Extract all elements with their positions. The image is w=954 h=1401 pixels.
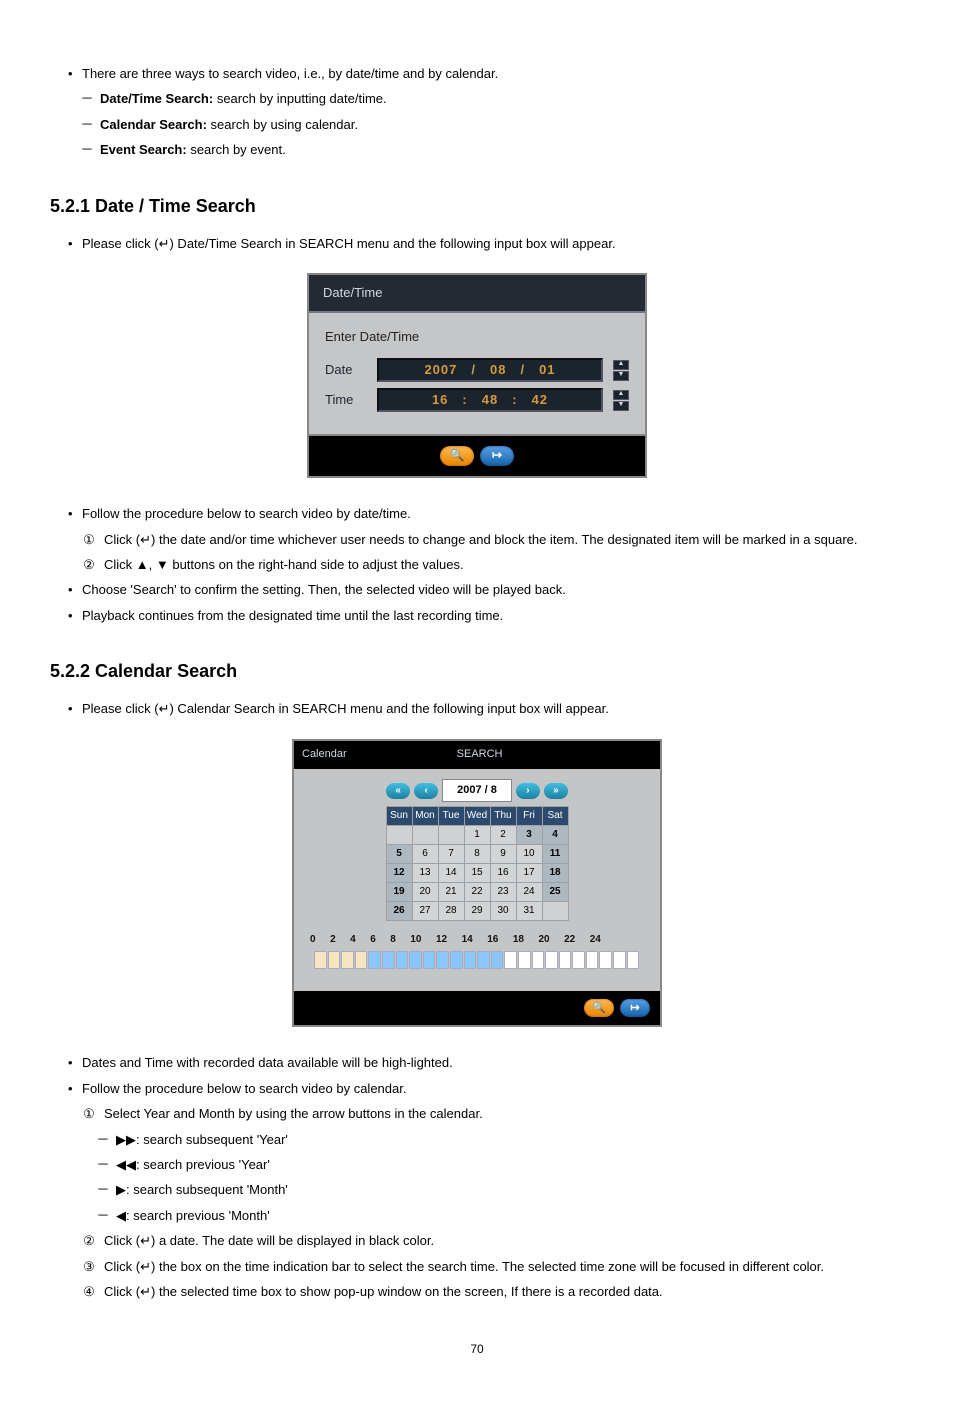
calendar-day[interactable]: 25 (542, 883, 568, 902)
calendar-day[interactable]: 18 (542, 864, 568, 883)
lead-521: • Please click (↵) Date/Time Search in S… (68, 232, 894, 255)
day-head: Thu (490, 807, 516, 826)
proc-522: •Dates and Time with recorded data avail… (68, 1051, 894, 1303)
time-slot[interactable] (450, 951, 463, 969)
time-slot[interactable] (423, 951, 436, 969)
time-slot[interactable] (477, 951, 490, 969)
time-slot[interactable] (545, 951, 558, 969)
time-slot[interactable] (368, 951, 381, 969)
time-field[interactable]: 16: 48: 42 (377, 388, 603, 412)
day-head: Fri (516, 807, 542, 826)
time-slot[interactable] (559, 951, 572, 969)
time-slot[interactable] (382, 951, 395, 969)
day-head: Sat (542, 807, 568, 826)
calendar-day[interactable]: 10 (516, 845, 542, 864)
lead-522: • Please click (↵) Calendar Search in SE… (68, 697, 894, 720)
calendar-day[interactable]: 12 (386, 864, 412, 883)
calendar-day (438, 826, 464, 845)
calendar-day[interactable]: 13 (412, 864, 438, 883)
calendar-day (412, 826, 438, 845)
time-row: Time 16: 48: 42 ▲ ▼ (325, 388, 629, 412)
calendar-day[interactable]: 22 (464, 883, 490, 902)
time-slot[interactable] (572, 951, 585, 969)
time-slot[interactable] (532, 951, 545, 969)
calendar-day (542, 902, 568, 921)
calendar-day[interactable]: 24 (516, 883, 542, 902)
prev-month-button[interactable]: ‹ (414, 783, 438, 799)
calendar-day[interactable]: 1 (464, 826, 490, 845)
calendar-day[interactable]: 21 (438, 883, 464, 902)
time-slot[interactable] (518, 951, 531, 969)
calendar-day[interactable]: 28 (438, 902, 464, 921)
calendar-day[interactable]: 27 (412, 902, 438, 921)
next-month-button[interactable]: › (516, 783, 540, 799)
time-slot[interactable] (314, 951, 327, 969)
calendar-day[interactable]: 17 (516, 864, 542, 883)
proc-521: •Follow the procedure below to search vi… (68, 502, 894, 627)
calendar-day[interactable]: 11 (542, 845, 568, 864)
calendar-day[interactable]: 4 (542, 826, 568, 845)
day-head: Wed (464, 807, 490, 826)
search-button[interactable]: 🔍 (440, 446, 474, 466)
time-slot[interactable] (341, 951, 354, 969)
heading-522: 5.2.2 Calendar Search (50, 655, 894, 687)
heading-521: 5.2.1 Date / Time Search (50, 190, 894, 222)
time-slot[interactable] (599, 951, 612, 969)
calendar-day[interactable]: 5 (386, 845, 412, 864)
up-icon: ▲ (613, 360, 629, 370)
calendar-day[interactable]: 31 (516, 902, 542, 921)
calendar-day[interactable]: 20 (412, 883, 438, 902)
hours-axis: 024681012141618202224 (310, 931, 646, 949)
day-head: Tue (438, 807, 464, 826)
date-spinner[interactable]: ▲ ▼ (613, 360, 629, 381)
date-field[interactable]: 2007/ 08/ 01 (377, 358, 603, 382)
calendar-day[interactable]: 2 (490, 826, 516, 845)
datetime-panel: Date/Time Enter Date/Time Date 2007/ 08/… (307, 273, 647, 478)
search-button[interactable]: 🔍 (584, 999, 614, 1017)
calendar-day[interactable]: 6 (412, 845, 438, 864)
time-slot[interactable] (491, 951, 504, 969)
calendar-day[interactable]: 16 (490, 864, 516, 883)
calendar-day (386, 826, 412, 845)
time-slot[interactable] (586, 951, 599, 969)
exit-button[interactable]: ↦ (480, 446, 514, 466)
calendar-day[interactable]: 15 (464, 864, 490, 883)
calendar-day[interactable]: 8 (464, 845, 490, 864)
up-icon: ▲ (613, 390, 629, 400)
time-slot-bar[interactable] (314, 951, 646, 969)
calendar-day[interactable]: 19 (386, 883, 412, 902)
time-slot[interactable] (464, 951, 477, 969)
calendar-day[interactable]: 14 (438, 864, 464, 883)
prev-year-button[interactable]: « (386, 783, 410, 799)
day-head: Mon (412, 807, 438, 826)
calendar-grid: SunMonTueWedThuFriSat 123456789101112131… (386, 806, 569, 921)
intro: •There are three ways to search video, i… (68, 62, 894, 162)
calendar-day[interactable]: 7 (438, 845, 464, 864)
time-slot[interactable] (355, 951, 368, 969)
period-label: 2007 / 8 (442, 779, 512, 803)
calendar-panel: Calendar SEARCH « ‹ 2007 / 8 › » SunMonT… (292, 739, 662, 1028)
time-slot[interactable] (396, 951, 409, 969)
calendar-day[interactable]: 26 (386, 902, 412, 921)
calendar-day[interactable]: 9 (490, 845, 516, 864)
time-slot[interactable] (328, 951, 341, 969)
down-icon: ▼ (613, 371, 629, 381)
down-icon: ▼ (613, 401, 629, 411)
date-row: Date 2007/ 08/ 01 ▲ ▼ (325, 358, 629, 382)
time-slot[interactable] (436, 951, 449, 969)
calendar-day[interactable]: 23 (490, 883, 516, 902)
time-slot[interactable] (409, 951, 422, 969)
exit-button[interactable]: ↦ (620, 999, 650, 1017)
calendar-day[interactable]: 30 (490, 902, 516, 921)
time-slot[interactable] (627, 951, 640, 969)
calendar-day[interactable]: 3 (516, 826, 542, 845)
time-slot[interactable] (613, 951, 626, 969)
day-head: Sun (386, 807, 412, 826)
datetime-title: Date/Time (309, 275, 645, 312)
time-spinner[interactable]: ▲ ▼ (613, 390, 629, 411)
next-year-button[interactable]: » (544, 783, 568, 799)
calendar-day[interactable]: 29 (464, 902, 490, 921)
page-number: 70 (60, 1339, 894, 1361)
time-slot[interactable] (504, 951, 517, 969)
